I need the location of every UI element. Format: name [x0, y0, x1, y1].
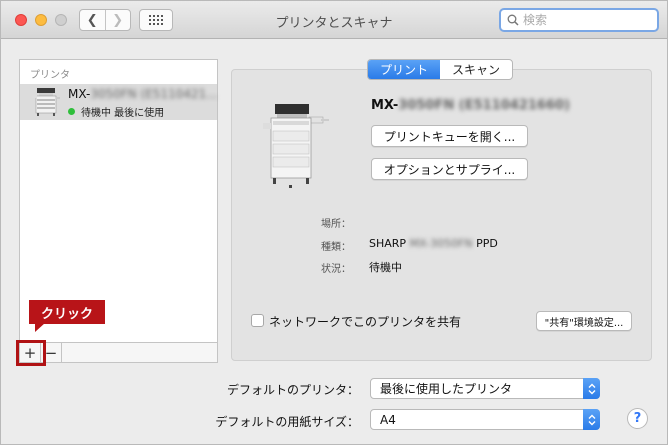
- default-printer-value: 最後に使用したプリンタ: [380, 382, 513, 396]
- share-printer-label: ネットワークでこのプリンタを共有: [269, 315, 462, 329]
- search-icon: [507, 14, 519, 26]
- kind-value: SHARP MX-3050FN PPD: [369, 237, 498, 250]
- help-button[interactable]: ?: [627, 408, 648, 429]
- default-printer-label: デフォルトのプリンタ：: [226, 383, 359, 397]
- print-scan-tabs: プリント スキャン: [367, 59, 513, 80]
- click-callout: クリック: [29, 300, 105, 332]
- printer-model-name: MX-3050FN (E5110421660): [371, 98, 570, 113]
- share-printer-checkbox[interactable]: [251, 314, 264, 327]
- printers-scanners-window: ❮ ❯ プリンタとスキャナ プリンタ: [0, 0, 668, 445]
- title-bar: ❮ ❯ プリンタとスキャナ: [1, 1, 667, 39]
- tab-print[interactable]: プリント: [368, 60, 440, 79]
- popup-arrows-icon: [583, 409, 600, 430]
- printer-image: [263, 104, 329, 188]
- state-value: 待機中: [369, 261, 402, 274]
- state-label: 状況：: [321, 264, 351, 275]
- search-input[interactable]: [523, 13, 653, 27]
- search-box: [499, 8, 659, 32]
- popup-arrows-icon: [583, 378, 600, 399]
- options-supplies-button[interactable]: オプションとサプライ...: [371, 158, 528, 180]
- printer-thumbnail-icon: [32, 88, 60, 116]
- kind-label: 種類：: [321, 242, 351, 253]
- open-print-queue-button[interactable]: プリントキューを開く...: [371, 125, 528, 147]
- sharing-preferences-button[interactable]: "共有"環境設定...: [536, 311, 632, 331]
- status-dot-icon: [68, 108, 75, 115]
- printer-list-footer: + −: [19, 343, 218, 363]
- default-paper-value: A4: [380, 412, 396, 427]
- add-button-highlight: [16, 340, 46, 366]
- default-paper-popup[interactable]: A4: [370, 409, 600, 430]
- tab-scan[interactable]: スキャン: [440, 60, 512, 79]
- location-label: 場所：: [321, 219, 351, 230]
- printer-list-header: プリンタ: [30, 70, 70, 81]
- printer-name: MX-3050FN (E5110421...: [68, 87, 218, 101]
- default-paper-label: デフォルトの用紙サイズ：: [215, 415, 359, 429]
- printer-status: 待機中 最後に使用: [68, 104, 164, 119]
- printer-list-item[interactable]: MX-3050FN (E5110421... 待機中 最後に使用: [20, 84, 218, 120]
- default-printer-popup[interactable]: 最後に使用したプリンタ: [370, 378, 600, 399]
